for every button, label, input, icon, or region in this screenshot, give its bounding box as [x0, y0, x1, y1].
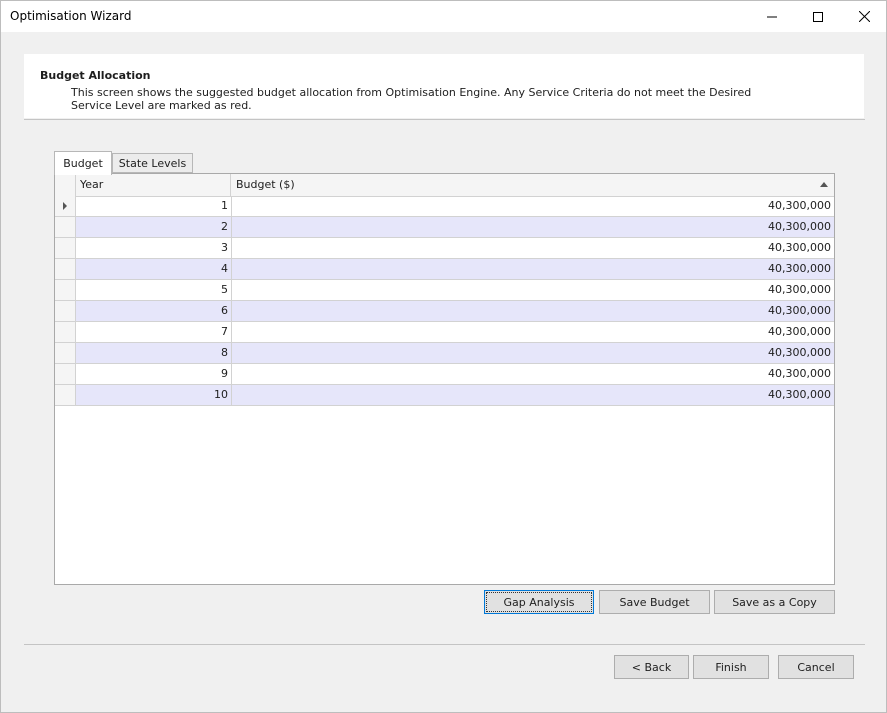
table-row[interactable]: 10 40,300,000: [55, 385, 834, 406]
row-indicator[interactable]: [55, 343, 76, 363]
finish-button[interactable]: Finish: [693, 655, 769, 679]
column-header-year[interactable]: Year: [76, 174, 231, 196]
window-title: Optimisation Wizard: [10, 9, 132, 23]
title-bar: Optimisation Wizard: [1, 1, 886, 32]
close-icon: [858, 11, 870, 22]
table-row[interactable]: 5 40,300,000: [55, 280, 834, 301]
row-indicator[interactable]: [55, 364, 76, 384]
footer-divider: [24, 644, 865, 645]
wizard-window: Optimisation Wizard Budget Allocation Th…: [0, 0, 887, 713]
minimize-button[interactable]: [749, 1, 795, 32]
table-row[interactable]: 9 40,300,000: [55, 364, 834, 385]
cell-year[interactable]: 10: [76, 385, 232, 405]
column-header-budget[interactable]: Budget ($): [232, 174, 834, 196]
row-indicator-header: [55, 174, 76, 196]
cell-budget[interactable]: 40,300,000: [232, 196, 834, 216]
row-indicator[interactable]: [55, 280, 76, 300]
cell-year[interactable]: 5: [76, 280, 232, 300]
tab-budget[interactable]: Budget: [54, 151, 112, 175]
cell-budget[interactable]: 40,300,000: [232, 238, 834, 258]
row-indicator[interactable]: [55, 385, 76, 405]
table-row[interactable]: 4 40,300,000: [55, 259, 834, 280]
cell-budget[interactable]: 40,300,000: [232, 280, 834, 300]
maximize-icon: [813, 11, 823, 22]
column-header-budget-label: Budget ($): [236, 178, 295, 191]
row-indicator[interactable]: [55, 238, 76, 258]
cell-year[interactable]: 1: [76, 196, 232, 216]
header-divider: [24, 119, 865, 120]
close-button[interactable]: [841, 1, 887, 32]
cell-year[interactable]: 8: [76, 343, 232, 363]
grid-rows: 1 40,300,000 2 40,300,000 3 40,300,000 4…: [55, 196, 834, 406]
cell-year[interactable]: 6: [76, 301, 232, 321]
row-indicator[interactable]: [55, 259, 76, 279]
cell-budget[interactable]: 40,300,000: [232, 364, 834, 384]
row-indicator[interactable]: [55, 301, 76, 321]
table-row[interactable]: 6 40,300,000: [55, 301, 834, 322]
cell-budget[interactable]: 40,300,000: [232, 217, 834, 237]
gap-analysis-button[interactable]: Gap Analysis: [484, 590, 594, 614]
table-row[interactable]: 2 40,300,000: [55, 217, 834, 238]
cell-year[interactable]: 9: [76, 364, 232, 384]
cell-budget[interactable]: 40,300,000: [232, 322, 834, 342]
cell-budget[interactable]: 40,300,000: [232, 259, 834, 279]
cell-budget[interactable]: 40,300,000: [232, 343, 834, 363]
cell-year[interactable]: 3: [76, 238, 232, 258]
table-row[interactable]: 3 40,300,000: [55, 238, 834, 259]
row-indicator[interactable]: [55, 217, 76, 237]
cancel-button[interactable]: Cancel: [778, 655, 854, 679]
cell-year[interactable]: 2: [76, 217, 232, 237]
minimize-icon: [767, 16, 777, 17]
grid-header: Year Budget ($): [55, 174, 834, 197]
table-row[interactable]: 7 40,300,000: [55, 322, 834, 343]
back-button[interactable]: < Back: [614, 655, 689, 679]
cell-budget[interactable]: 40,300,000: [232, 385, 834, 405]
cell-budget[interactable]: 40,300,000: [232, 301, 834, 321]
save-as-copy-button[interactable]: Save as a Copy: [714, 590, 835, 614]
row-indicator[interactable]: [55, 196, 76, 216]
tab-state-levels[interactable]: State Levels: [112, 153, 193, 173]
wizard-header: Budget Allocation This screen shows the …: [24, 54, 864, 118]
cell-year[interactable]: 7: [76, 322, 232, 342]
sort-ascending-icon: [820, 182, 828, 187]
tab-state-levels-label: State Levels: [118, 156, 187, 170]
focused-row-arrow-icon: [63, 202, 67, 210]
cell-year[interactable]: 4: [76, 259, 232, 279]
tab-budget-label: Budget: [63, 157, 103, 170]
table-row[interactable]: 1 40,300,000: [55, 196, 834, 217]
table-row[interactable]: 8 40,300,000: [55, 343, 834, 364]
budget-grid[interactable]: Year Budget ($) 1 40,300,000 2 40,300,00…: [54, 173, 835, 585]
maximize-button[interactable]: [795, 1, 841, 32]
row-indicator[interactable]: [55, 322, 76, 342]
save-budget-button[interactable]: Save Budget: [599, 590, 710, 614]
page-title: Budget Allocation: [40, 69, 151, 82]
page-description: This screen shows the suggested budget a…: [71, 86, 752, 112]
